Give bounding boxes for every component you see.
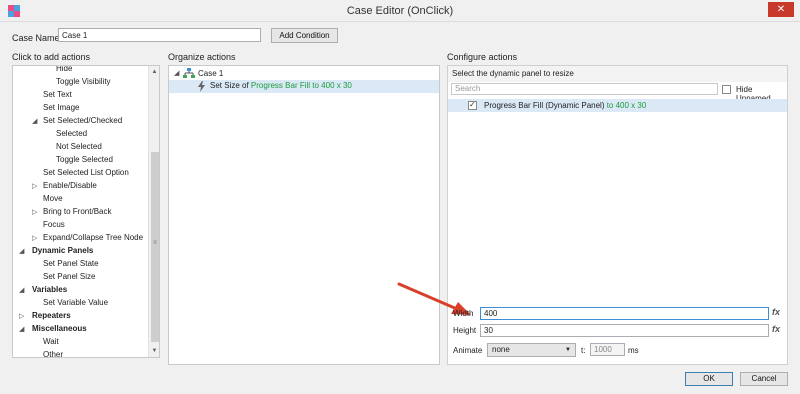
case-tree-icon: [183, 68, 195, 78]
title-bar: Case Editor (OnClick) ✕: [0, 0, 800, 22]
collapse-arrow-icon[interactable]: ▷: [32, 182, 37, 190]
configure-panel: Select the dynamic panel to resize Searc…: [447, 65, 788, 365]
scroll-down-icon[interactable]: ▼: [149, 345, 159, 357]
action-list-item[interactable]: Set Panel Size: [43, 271, 95, 283]
cancel-button[interactable]: Cancel: [740, 372, 788, 386]
height-label: Height: [453, 326, 477, 335]
width-label: Width: [453, 309, 474, 318]
action-list-item[interactable]: Variables: [32, 284, 67, 296]
action-list-item[interactable]: Selected: [56, 128, 87, 140]
action-label: Set Size of Progress Bar Fill to 400 x 3…: [210, 80, 352, 92]
time-label: t:: [581, 346, 586, 355]
height-fx-button[interactable]: fx: [772, 324, 780, 334]
action-list-item[interactable]: Toggle Visibility: [56, 76, 111, 88]
height-input[interactable]: 30: [480, 324, 769, 337]
action-list-item[interactable]: Other: [43, 349, 63, 357]
action-list-item[interactable]: Hide: [56, 66, 72, 75]
action-list-item[interactable]: Expand/Collapse Tree Node: [43, 232, 143, 244]
action-list-item[interactable]: Set Variable Value: [43, 297, 108, 309]
organize-section-title: Organize actions: [168, 52, 236, 62]
action-list-item[interactable]: Dynamic Panels: [32, 245, 93, 257]
case-name-label: Case Name: [12, 33, 60, 43]
panel-item-size: to 400 x 30: [604, 101, 647, 110]
window-title: Case Editor (OnClick): [346, 5, 454, 17]
organize-panel: ◢ Case 1 Set Size of Progress Bar Fill t…: [168, 65, 440, 365]
width-input[interactable]: 400: [480, 307, 769, 320]
panel-item-row[interactable]: Progress Bar Fill (Dynamic Panel) to 400…: [448, 99, 787, 112]
collapse-arrow-icon[interactable]: ▷: [32, 208, 37, 216]
add-condition-button[interactable]: Add Condition: [271, 28, 338, 43]
action-list-item[interactable]: Set Selected/Checked: [43, 115, 122, 127]
animate-select[interactable]: none ▼: [487, 343, 576, 357]
scrollbar-grip-icon: ≡: [153, 240, 157, 246]
action-list-item[interactable]: Bring to Front/Back: [43, 206, 111, 218]
action-list-item[interactable]: Move: [43, 193, 63, 205]
case-label[interactable]: Case 1: [198, 68, 223, 80]
ok-button[interactable]: OK: [685, 372, 733, 386]
left-section-title: Click to add actions: [12, 52, 91, 62]
panel-item-label: Progress Bar Fill (Dynamic Panel) to 400…: [484, 99, 646, 112]
expand-arrow-icon[interactable]: ◢: [19, 247, 24, 255]
selected-action-row[interactable]: Set Size of Progress Bar Fill to 400 x 3…: [169, 80, 439, 93]
action-list-item[interactable]: Set Panel State: [43, 258, 99, 270]
action-list-item[interactable]: Not Selected: [56, 141, 102, 153]
actions-scrollbar[interactable]: ▲ ≡ ▼: [148, 66, 159, 357]
animate-value: none: [492, 345, 510, 354]
expand-arrow-icon[interactable]: ◢: [32, 117, 37, 125]
ms-label: ms: [628, 346, 639, 355]
action-list-item[interactable]: Wait: [43, 336, 59, 348]
scrollbar-thumb[interactable]: ≡: [151, 152, 159, 342]
actions-list-panel: Hide Toggle Visibility Set Text Set Image ◢ S…: [12, 65, 160, 358]
close-icon[interactable]: ✕: [768, 2, 794, 17]
lightning-icon: [198, 81, 205, 92]
action-list-item[interactable]: Set Image: [43, 102, 79, 114]
scroll-up-icon[interactable]: ▲: [149, 66, 159, 78]
action-list-item[interactable]: Set Text: [43, 89, 72, 101]
action-list-item[interactable]: Focus: [43, 219, 65, 231]
hide-unnamed-checkbox[interactable]: [722, 85, 731, 94]
collapse-arrow-icon[interactable]: ▷: [19, 312, 24, 320]
collapse-arrow-icon[interactable]: ▷: [32, 234, 37, 242]
action-list-item[interactable]: Miscellaneous: [32, 323, 87, 335]
search-input[interactable]: Search: [451, 83, 718, 95]
action-list-item[interactable]: Toggle Selected: [56, 154, 113, 166]
configure-section-title: Configure actions: [447, 52, 518, 62]
action-target: Progress Bar Fill to 400 x 30: [250, 81, 352, 90]
chevron-down-icon: ▼: [565, 347, 571, 353]
expand-arrow-icon[interactable]: ◢: [19, 286, 24, 294]
width-fx-button[interactable]: fx: [772, 307, 780, 317]
expand-arrow-icon[interactable]: ◢: [19, 325, 24, 333]
expand-arrow-icon[interactable]: ◢: [174, 69, 179, 77]
action-list-item[interactable]: Enable/Disable: [43, 180, 97, 192]
panel-item-checkbox[interactable]: [468, 100, 477, 110]
configure-subtitle: Select the dynamic panel to resize: [448, 66, 787, 82]
time-input[interactable]: 1000: [590, 343, 625, 356]
animate-label: Animate: [453, 346, 483, 355]
action-list-item[interactable]: Set Selected List Option: [43, 167, 129, 179]
action-list-item[interactable]: Repeaters: [32, 310, 71, 322]
action-prefix: Set Size of: [210, 81, 251, 90]
case-name-input[interactable]: Case 1: [58, 28, 261, 42]
panel-item-name: Progress Bar Fill (Dynamic Panel): [484, 101, 605, 110]
